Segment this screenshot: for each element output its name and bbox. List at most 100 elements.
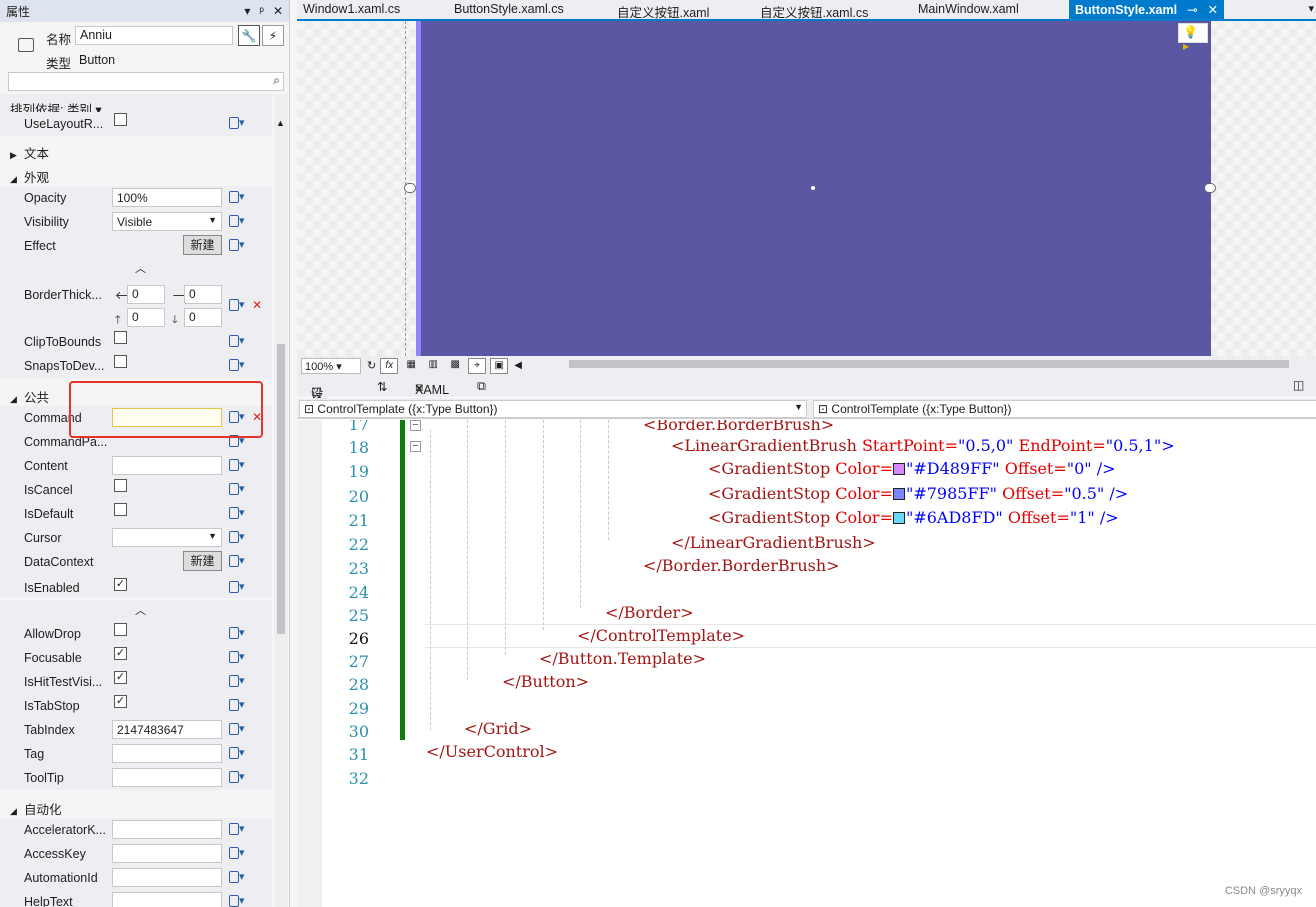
property-marker-icon[interactable]: ▾ xyxy=(229,846,245,860)
category-text[interactable]: ▶ 文本 xyxy=(0,138,272,162)
property-marker-icon[interactable]: ▾ xyxy=(229,722,245,736)
property-marker-icon[interactable]: ▾ xyxy=(229,674,245,688)
automationid-input[interactable] xyxy=(112,868,222,887)
swap-panes-icon[interactable]: ⇅ xyxy=(377,379,387,394)
fx-button[interactable]: fx xyxy=(380,357,399,374)
ishittestvisible-checkbox[interactable]: ✓ xyxy=(114,671,127,684)
property-marker-icon[interactable]: ▾ xyxy=(229,190,245,204)
content-input[interactable] xyxy=(112,456,222,475)
left-resize-handle[interactable] xyxy=(404,183,416,193)
fold-toggle-icon[interactable]: − xyxy=(410,420,421,431)
chevron-up-icon[interactable]: ︿ xyxy=(135,260,146,276)
property-marker-icon[interactable]: ▾ xyxy=(229,894,245,907)
property-marker-icon[interactable]: ▾ xyxy=(229,334,245,348)
acceleratorkey-input[interactable] xyxy=(112,820,222,839)
tab-buttonstyle-xaml[interactable]: ButtonStyle.xaml ⊸ ✕ xyxy=(1069,0,1225,21)
element-combo-left[interactable]: ⊡ ControlTemplate ({x:Type Button}) ▼ xyxy=(299,400,807,418)
reset-icon[interactable]: ✕ xyxy=(252,298,262,312)
opacity-input[interactable]: 100% xyxy=(112,188,222,207)
lightbulb-icon[interactable]: 💡▸ xyxy=(1178,23,1208,53)
cursor-select[interactable]: ▼ xyxy=(112,528,222,547)
property-marker-icon[interactable]: ▾ xyxy=(229,626,245,640)
design-canvas[interactable]: 💡▸ xyxy=(297,21,1316,356)
property-marker-icon[interactable]: ▾ xyxy=(229,358,245,372)
border-bottom-input[interactable]: 0 xyxy=(184,308,222,327)
property-marker-icon[interactable]: ▾ xyxy=(229,214,245,228)
property-marker-icon[interactable]: ▾ xyxy=(229,650,245,664)
property-marker-icon[interactable]: ▾ xyxy=(229,870,245,884)
tab-overflow-icon[interactable]: ▾ xyxy=(1308,2,1314,15)
property-marker-icon[interactable]: ▾ xyxy=(229,116,245,130)
focusable-checkbox[interactable]: ✓ xyxy=(114,647,127,660)
accesskey-input[interactable] xyxy=(112,844,222,863)
isenabled-checkbox[interactable]: ✓ xyxy=(114,578,127,591)
right-resize-handle[interactable] xyxy=(1204,183,1216,193)
istabstop-checkbox[interactable]: ✓ xyxy=(114,695,127,708)
border-right-input[interactable]: 0 xyxy=(184,285,222,304)
tab-custombutton-cs[interactable]: 自定义按钮.xaml.cs xyxy=(760,2,868,21)
fold-toggle-icon[interactable]: − xyxy=(410,441,421,452)
element-combo-right[interactable]: ⊡ ControlTemplate ({x:Type Button}) xyxy=(813,400,1316,418)
popout-icon[interactable]: ⧉ xyxy=(477,379,486,394)
property-marker-icon[interactable]: ▾ xyxy=(229,698,245,712)
property-marker-icon[interactable]: ▾ xyxy=(229,822,245,836)
color-swatch[interactable] xyxy=(892,463,905,475)
property-marker-icon[interactable]: ▾ xyxy=(229,530,245,544)
pin-icon[interactable]: ᵖ xyxy=(259,4,264,18)
tab-buttonstyle-cs[interactable]: ButtonStyle.xaml.cs xyxy=(454,2,564,16)
property-search-input[interactable]: ⌕ xyxy=(8,72,284,91)
effect-new-button[interactable]: 新建 xyxy=(183,235,222,255)
tab-mainwindow-xaml[interactable]: MainWindow.xaml xyxy=(918,2,1019,16)
iscancel-checkbox[interactable] xyxy=(114,479,127,492)
horizontal-scrollbar-thumb[interactable] xyxy=(569,360,1289,368)
snap-lines-icon[interactable]: ⌖ xyxy=(468,357,487,374)
cliptobounds-checkbox[interactable] xyxy=(114,331,127,344)
property-marker-icon[interactable]: ▾ xyxy=(229,482,245,496)
uselayout-checkbox[interactable] xyxy=(114,113,127,126)
helptext-input[interactable] xyxy=(112,892,222,907)
artboard-icon[interactable]: ▩ xyxy=(446,358,464,374)
device-icon[interactable]: ▣ xyxy=(490,357,509,374)
property-marker-icon[interactable]: ▾ xyxy=(229,770,245,784)
property-marker-icon[interactable]: ▾ xyxy=(229,238,245,252)
scroll-left-icon[interactable]: ◀ xyxy=(514,360,522,371)
wrench-icon[interactable]: 🔧 xyxy=(238,25,260,46)
grid-icon[interactable]: ▦ xyxy=(402,358,420,374)
snap-grid-icon[interactable]: ▥ xyxy=(424,358,442,374)
close-tab-icon[interactable]: ✕ xyxy=(1208,3,1218,17)
property-marker-icon[interactable]: ▾ xyxy=(229,746,245,760)
property-marker-icon[interactable]: ▾ xyxy=(229,554,245,568)
border-left-input[interactable]: 0 xyxy=(127,285,165,304)
lightning-icon[interactable]: ⚡ xyxy=(262,25,284,46)
border-top-input[interactable]: 0 xyxy=(127,308,165,327)
refresh-icon[interactable]: ↻ xyxy=(367,359,376,372)
name-field[interactable]: Anniu xyxy=(75,26,233,45)
category-appearance[interactable]: ◢ 外观 xyxy=(0,162,272,186)
split-vertical-icon[interactable]: ◫ xyxy=(1293,378,1304,392)
code-editor[interactable]: − − 17 18 19 20 21 22 23 24 25 26 27 28 … xyxy=(297,420,1316,907)
color-swatch[interactable] xyxy=(892,512,905,524)
isdefault-checkbox[interactable] xyxy=(114,503,127,516)
property-marker-icon[interactable]: ▾ xyxy=(229,580,245,594)
button-preview[interactable] xyxy=(416,21,1211,356)
visibility-select[interactable]: Visible ▼ xyxy=(112,212,222,231)
category-automation[interactable]: ◢ 自动化 xyxy=(0,794,272,818)
allowdrop-checkbox[interactable] xyxy=(114,623,127,636)
snapstodev-checkbox[interactable] xyxy=(114,355,127,368)
zoom-select[interactable]: 100% ▾ xyxy=(301,357,361,374)
datacontext-new-button[interactable]: 新建 xyxy=(183,551,222,571)
scrollbar-thumb[interactable] xyxy=(277,344,285,634)
tab-window1-cs[interactable]: Window1.xaml.cs xyxy=(303,2,400,16)
scroll-up-icon[interactable]: ▲ xyxy=(276,118,285,128)
tag-input[interactable] xyxy=(112,744,222,763)
tabindex-input[interactable]: 2147483647 xyxy=(112,720,222,739)
property-marker-icon[interactable]: ▾ xyxy=(229,298,245,312)
pin-icon[interactable]: ⊸ xyxy=(1187,3,1197,17)
tooltip-input[interactable] xyxy=(112,768,222,787)
dropdown-icon[interactable]: ▾ xyxy=(244,4,250,18)
tab-custombutton-xaml[interactable]: 自定义按钮.xaml xyxy=(617,2,709,21)
properties-scrollbar[interactable]: ▲ xyxy=(274,94,288,907)
color-swatch[interactable] xyxy=(892,488,905,500)
property-marker-icon[interactable]: ▾ xyxy=(229,458,245,472)
property-marker-icon[interactable]: ▾ xyxy=(229,506,245,520)
